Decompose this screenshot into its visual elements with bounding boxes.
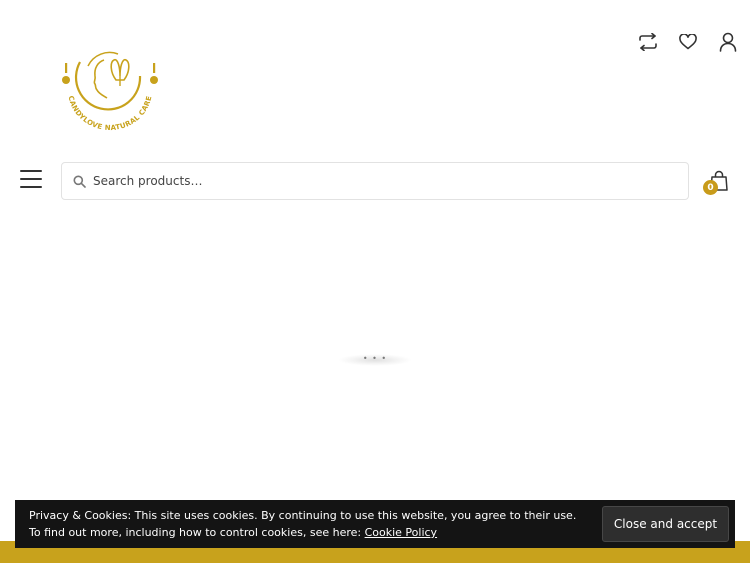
svg-text:CANDYLOVE NATURAL CARE: CANDYLOVE NATURAL CARE [66, 95, 153, 132]
account-user-icon[interactable] [718, 30, 738, 54]
cart-count-badge: 0 [703, 180, 718, 195]
logo-text: CANDYLOVE NATURAL CARE [66, 95, 153, 132]
hamburger-menu-icon[interactable] [20, 170, 42, 192]
search-box[interactable] [61, 162, 689, 200]
search-icon [73, 173, 89, 189]
header-actions [638, 30, 738, 54]
candylove-logo-emblem: CANDYLOVE NATURAL CARE [62, 51, 158, 132]
cookie-notice-line1: Privacy & Cookies: This site uses cookie… [29, 509, 577, 522]
cookie-notice-line2-prefix: To find out more, including how to contr… [29, 526, 365, 539]
site-logo[interactable]: CANDYLOVE NATURAL CARE [58, 46, 162, 132]
search-input[interactable] [93, 174, 653, 188]
cookie-notice: Privacy & Cookies: This site uses cookie… [15, 500, 735, 548]
cookie-policy-link[interactable]: Cookie Policy [365, 526, 437, 539]
cookie-notice-line2: To find out more, including how to contr… [29, 524, 576, 541]
close-and-accept-button[interactable]: Close and accept [602, 506, 729, 542]
wishlist-heart-icon[interactable] [678, 30, 698, 54]
page-loader: • • • [338, 354, 412, 366]
cart-button[interactable]: 0 [703, 170, 734, 196]
compare-icon[interactable] [638, 30, 658, 54]
loader-dots: • • • [362, 354, 388, 363]
cookie-notice-text: Privacy & Cookies: This site uses cookie… [29, 507, 576, 541]
nav-search-row: 0 [0, 162, 750, 200]
